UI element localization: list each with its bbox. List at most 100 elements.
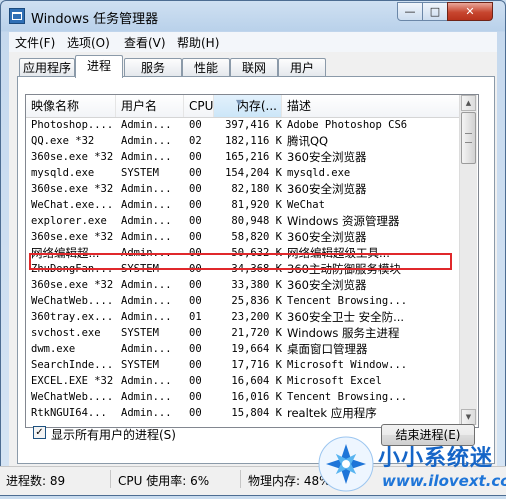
cell-user-name: Admin... bbox=[121, 391, 172, 403]
cell-image-name: 360se.exe *32 bbox=[31, 183, 114, 195]
cell-cpu: 00 bbox=[189, 119, 202, 131]
task-manager-icon bbox=[9, 8, 25, 24]
cell-memory: 17,716 K bbox=[231, 359, 282, 371]
tab-applications[interactable]: 应用程序 bbox=[19, 58, 75, 77]
maximize-button[interactable]: □ bbox=[422, 2, 448, 21]
cell-user-name: Admin... bbox=[121, 375, 172, 387]
cell-memory: 33,380 K bbox=[231, 279, 282, 291]
cell-description: 桌面窗口管理器 bbox=[287, 342, 368, 356]
cell-user-name: Admin... bbox=[121, 135, 172, 147]
scroll-down-button[interactable]: ▼ bbox=[461, 409, 476, 425]
highlighted-row-outline bbox=[29, 253, 452, 270]
cell-image-name: WeChatWeb.... bbox=[31, 391, 114, 403]
cell-description: Adobe Photoshop CS6 bbox=[287, 119, 408, 131]
task-manager-window: Windows 任务管理器 — □ ✕ 文件(F) 选项(O) 查看(V) 帮助… bbox=[0, 0, 506, 496]
cell-memory: 15,804 K bbox=[231, 407, 282, 419]
table-row[interactable]: mysqld.exe SYSTEM 00 154,204 K mysqld.exe bbox=[26, 165, 459, 181]
cell-cpu: 02 bbox=[189, 135, 202, 147]
cell-image-name: mysqld.exe bbox=[31, 167, 95, 179]
cell-description: 360安全浏览器 bbox=[287, 182, 367, 196]
tab-processes[interactable]: 进程 bbox=[75, 55, 123, 78]
scroll-up-button[interactable]: ▲ bbox=[461, 95, 476, 111]
cell-user-name: SYSTEM bbox=[121, 167, 159, 179]
cell-description: 腾讯QQ bbox=[287, 134, 329, 148]
column-image-name[interactable]: 映像名称 bbox=[26, 95, 116, 117]
cell-cpu: 00 bbox=[189, 231, 202, 243]
cell-user-name: SYSTEM bbox=[121, 359, 159, 371]
table-row[interactable]: svchost.exe SYSTEM 00 21,720 K Windows 服务主进程 bbox=[26, 325, 459, 341]
cell-description: Windows 服务主进程 bbox=[287, 326, 400, 340]
cell-user-name: Admin... bbox=[121, 215, 172, 227]
cell-image-name: WeChatWeb.... bbox=[31, 295, 114, 307]
show-all-users-checkbox[interactable]: ✓ bbox=[33, 426, 46, 439]
column-description[interactable]: 描述 bbox=[282, 95, 459, 117]
table-row[interactable]: WeChatWeb.... Admin... 00 25,836 K Tencent B… bbox=[26, 293, 459, 309]
cell-cpu: 00 bbox=[189, 343, 202, 355]
table-row[interactable]: WeChatWeb.... Admin... 00 16,016 K Tencent B… bbox=[26, 389, 459, 405]
cell-image-name: 360se.exe *32 bbox=[31, 231, 114, 243]
table-row[interactable]: EXCEL.EXE *32 Admin... 00 16,604 K Microsoft… bbox=[26, 373, 459, 389]
status-divider bbox=[110, 470, 111, 488]
cell-memory: 397,416 K bbox=[225, 119, 282, 131]
table-row[interactable]: dwm.exe Admin... 00 19,664 K 桌面窗口管理器 bbox=[26, 341, 459, 357]
menu-help[interactable]: 帮助(H) bbox=[177, 34, 219, 51]
watermark-text: 小小系统迷 bbox=[378, 446, 494, 471]
table-row[interactable]: 360se.exe *32 Admin... 00 165,216 K 360安全浏览器 bbox=[26, 149, 459, 165]
close-button[interactable]: ✕ bbox=[447, 2, 493, 21]
tab-users[interactable]: 用户 bbox=[278, 58, 326, 77]
table-row[interactable]: 360se.exe *32 Admin... 00 33,380 K 360安全浏览器 bbox=[26, 277, 459, 293]
menu-file[interactable]: 文件(F) bbox=[15, 34, 55, 51]
cell-cpu: 00 bbox=[189, 199, 202, 211]
menu-options[interactable]: 选项(O) bbox=[67, 34, 110, 51]
table-row[interactable]: SearchInde... SYSTEM 00 17,716 K Microsoft W… bbox=[26, 357, 459, 373]
cell-cpu: 00 bbox=[189, 183, 202, 195]
table-row[interactable]: 360tray.ex... Admin... 01 23,200 K 360安全卫士 安… bbox=[26, 309, 459, 325]
cell-cpu: 00 bbox=[189, 407, 202, 419]
cell-image-name: EXCEL.EXE *32 bbox=[31, 375, 114, 387]
watermark-url: www.ilovext.com bbox=[382, 472, 506, 490]
show-all-users-label[interactable]: 显示所有用户的进程(S) bbox=[51, 426, 176, 443]
cell-user-name: Admin... bbox=[121, 407, 172, 419]
table-row[interactable]: WeChat.exe... Admin... 00 81,920 K WeChat bbox=[26, 197, 459, 213]
tab-networking[interactable]: 联网 bbox=[230, 58, 278, 77]
cell-description: Microsoft Window... bbox=[287, 359, 408, 371]
tab-performance[interactable]: 性能 bbox=[182, 58, 230, 77]
table-row[interactable]: explorer.exe Admin... 00 80,948 K Windows 资源… bbox=[26, 213, 459, 229]
cell-image-name: WeChat.exe... bbox=[31, 199, 114, 211]
cell-cpu: 00 bbox=[189, 391, 202, 403]
table-row[interactable]: QQ.exe *32 Admin... 02 182,116 K 腾讯QQ bbox=[26, 133, 459, 149]
cell-cpu: 00 bbox=[189, 375, 202, 387]
cell-image-name: svchost.exe bbox=[31, 327, 101, 339]
cell-memory: 25,836 K bbox=[231, 295, 282, 307]
minimize-button[interactable]: — bbox=[397, 2, 423, 21]
cell-description: 360安全卫士 安全防... bbox=[287, 310, 405, 324]
cell-description: WeChat bbox=[287, 199, 325, 211]
table-row[interactable]: Photoshop.... Admin... 00 397,416 K Adobe Ph… bbox=[26, 117, 459, 133]
scroll-thumb[interactable] bbox=[461, 112, 476, 164]
vertical-scrollbar[interactable]: ▲ ▼ bbox=[459, 95, 477, 425]
cell-user-name: Admin... bbox=[121, 151, 172, 163]
cell-description: Microsoft Excel bbox=[287, 375, 382, 387]
column-memory[interactable]: ▼ 内存(... bbox=[214, 95, 282, 117]
cell-cpu: 00 bbox=[189, 295, 202, 307]
cell-description: 360安全浏览器 bbox=[287, 230, 367, 244]
table-row[interactable]: 360se.exe *32 Admin... 00 58,820 K 360安全浏览器 bbox=[26, 229, 459, 245]
cell-description: Tencent Browsing... bbox=[287, 391, 408, 403]
sort-descending-icon: ▼ bbox=[236, 98, 243, 107]
cell-user-name: Admin... bbox=[121, 295, 172, 307]
cell-image-name: 360tray.ex... bbox=[31, 311, 114, 323]
cell-image-name: QQ.exe *32 bbox=[31, 135, 95, 147]
column-user-name[interactable]: 用户名 bbox=[116, 95, 184, 117]
column-cpu[interactable]: CPU bbox=[184, 95, 214, 117]
menu-view[interactable]: 查看(V) bbox=[124, 34, 166, 51]
title-bar[interactable]: Windows 任务管理器 — □ ✕ bbox=[1, 1, 505, 31]
table-row[interactable]: 360se.exe *32 Admin... 00 82,180 K 360安全浏览器 bbox=[26, 181, 459, 197]
cell-memory: 16,604 K bbox=[231, 375, 282, 387]
watermark-logo-icon bbox=[318, 436, 374, 492]
cell-cpu: 00 bbox=[189, 359, 202, 371]
cell-memory: 23,200 K bbox=[231, 311, 282, 323]
cell-memory: 16,016 K bbox=[231, 391, 282, 403]
process-list[interactable]: 映像名称 用户名 CPU ▼ 内存(... 描述 Photoshop.... Ad… bbox=[25, 94, 479, 428]
tab-services[interactable]: 服务 bbox=[124, 58, 182, 77]
table-row[interactable]: RtkNGUI64... Admin... 00 15,804 K realtek 应用… bbox=[26, 405, 459, 421]
